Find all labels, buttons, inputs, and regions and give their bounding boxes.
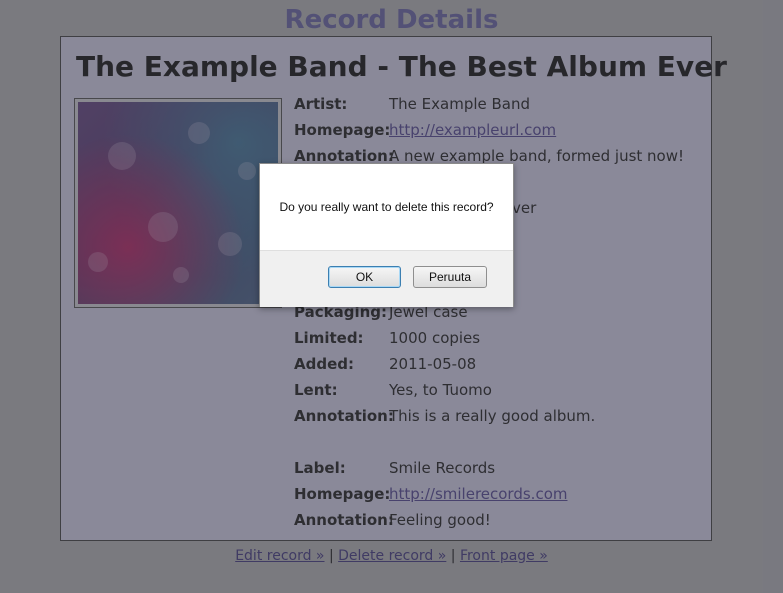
dialog-button-bar: OK Peruuta xyxy=(260,250,513,307)
confirm-dialog: Do you really want to delete this record… xyxy=(259,163,514,307)
dialog-message: Do you really want to delete this record… xyxy=(279,200,494,214)
cancel-button[interactable]: Peruuta xyxy=(413,266,487,288)
ok-button[interactable]: OK xyxy=(328,266,401,288)
